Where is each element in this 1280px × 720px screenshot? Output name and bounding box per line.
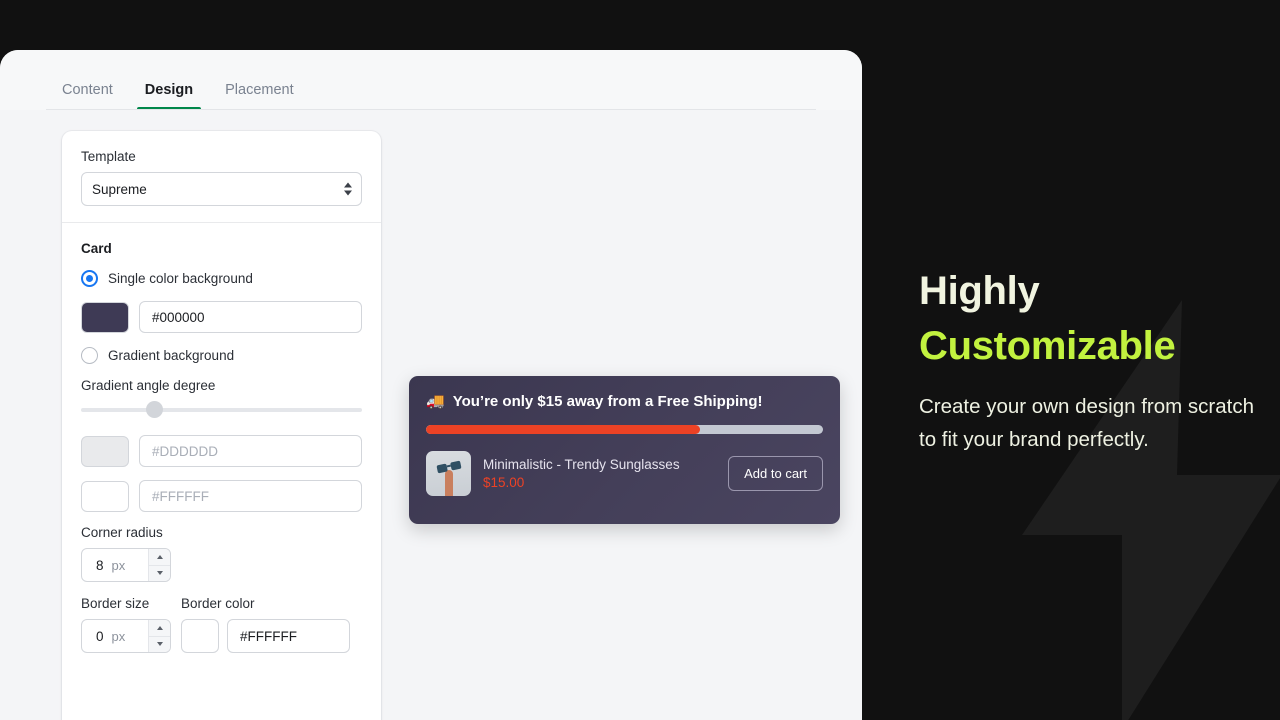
gradient-stop-two-swatch[interactable]	[81, 480, 129, 512]
shipping-progress-fill	[426, 425, 700, 434]
border-size-group: Border size 0 px	[81, 596, 171, 653]
template-select-value: Supreme	[92, 181, 147, 197]
border-size-decrement-button[interactable]	[149, 636, 170, 652]
corner-radius-unit: px	[111, 557, 126, 573]
border-size-value: 0	[96, 628, 104, 644]
border-size-unit: px	[111, 628, 126, 644]
tab-bar: Content Design Placement	[0, 50, 862, 110]
single-color-background-label: Single color background	[108, 271, 253, 286]
add-to-cart-button[interactable]: Add to cart	[728, 456, 823, 491]
promo-body: Create your own design from scratch to f…	[919, 395, 1254, 452]
slider-track	[81, 408, 362, 412]
delivery-truck-icon: 🚚	[426, 393, 445, 410]
gradient-angle-slider[interactable]	[81, 401, 362, 419]
card-section: Card Single color background #000000 Gra…	[62, 222, 381, 669]
promo-content: Highly Customizable Create your own desi…	[919, 264, 1269, 457]
border-color-hex-input[interactable]: #FFFFFF	[227, 619, 350, 653]
screen: Content Design Placement Template Suprem…	[0, 0, 1280, 720]
promo-heading-line-1: Highly	[919, 269, 1040, 313]
radio-unselected-icon[interactable]	[81, 347, 98, 364]
gradient-stop-one-row: #DDDDDD	[81, 435, 362, 467]
single-color-swatch[interactable]	[81, 301, 129, 333]
border-size-stepper[interactable]: 0 px	[81, 619, 171, 653]
card-section-title: Card	[81, 241, 112, 256]
triangle-down-icon	[156, 642, 163, 647]
free-shipping-preview-card: 🚚 You’re only $15 away from a Free Shipp…	[409, 376, 840, 524]
border-color-group: Border color #FFFFFF	[181, 596, 350, 653]
preview-headline: You’re only $15 away from a Free Shippin…	[452, 392, 763, 410]
preview-headline-row: 🚚 You’re only $15 away from a Free Shipp…	[426, 392, 823, 411]
gradient-background-label: Gradient background	[108, 348, 235, 363]
border-color-swatch[interactable]	[181, 619, 219, 653]
product-price: $15.00	[483, 475, 525, 490]
product-info: Minimalistic - Trendy Sunglasses $15.00	[483, 457, 716, 490]
gradient-angle-label: Gradient angle degree	[81, 378, 216, 393]
preview-product-row: Minimalistic - Trendy Sunglasses $15.00 …	[426, 451, 823, 496]
promo-heading-line-2: Customizable	[919, 324, 1176, 369]
corner-radius-value: 8	[96, 557, 104, 573]
tab-placement[interactable]: Placement	[209, 82, 310, 110]
product-title: Minimalistic - Trendy Sunglasses	[483, 457, 680, 472]
corner-radius-stepper[interactable]: 8 px	[81, 548, 171, 582]
gradient-stop-one-hex-input[interactable]: #DDDDDD	[139, 435, 362, 467]
single-color-background-option[interactable]: Single color background	[81, 270, 362, 287]
corner-radius-increment-button[interactable]	[149, 549, 170, 566]
promo-panel: Highly Customizable Create your own desi…	[862, 0, 1280, 720]
border-size-increment-button[interactable]	[149, 620, 170, 637]
triangle-up-icon	[156, 554, 163, 559]
hand-shape	[444, 470, 453, 496]
app-window: Content Design Placement Template Suprem…	[0, 50, 862, 720]
gradient-stop-two-hex-input[interactable]: #FFFFFF	[139, 480, 362, 512]
tab-design[interactable]: Design	[129, 82, 209, 110]
corner-radius-label: Corner radius	[81, 525, 163, 540]
tab-content[interactable]: Content	[46, 82, 129, 110]
template-section: Template Supreme	[62, 131, 381, 222]
gradient-stop-one-swatch[interactable]	[81, 435, 129, 467]
promo-heading: Highly Customizable	[919, 264, 1269, 374]
template-select-wrap: Supreme	[81, 172, 362, 206]
triangle-down-icon	[156, 571, 163, 576]
corner-radius-decrement-button[interactable]	[149, 565, 170, 581]
border-row: Border size 0 px Border color #FFFFFF	[81, 596, 362, 653]
design-settings-card: Template Supreme Card Single color backg…	[62, 131, 381, 720]
template-label: Template	[81, 149, 136, 164]
single-color-hex-input[interactable]: #000000	[139, 301, 362, 333]
radio-selected-icon[interactable]	[81, 270, 98, 287]
border-color-label: Border color	[181, 596, 255, 611]
border-size-spinner	[148, 620, 170, 652]
product-thumbnail	[426, 451, 471, 496]
shipping-progress-bar	[426, 425, 823, 434]
border-size-label: Border size	[81, 596, 150, 611]
single-color-row: #000000	[81, 301, 362, 333]
slider-thumb[interactable]	[146, 401, 164, 418]
gradient-stop-two-row: #FFFFFF	[81, 480, 362, 512]
triangle-up-icon	[156, 625, 163, 630]
template-select[interactable]: Supreme	[81, 172, 362, 206]
corner-radius-spinner	[148, 549, 170, 581]
gradient-background-option[interactable]: Gradient background	[81, 347, 362, 364]
